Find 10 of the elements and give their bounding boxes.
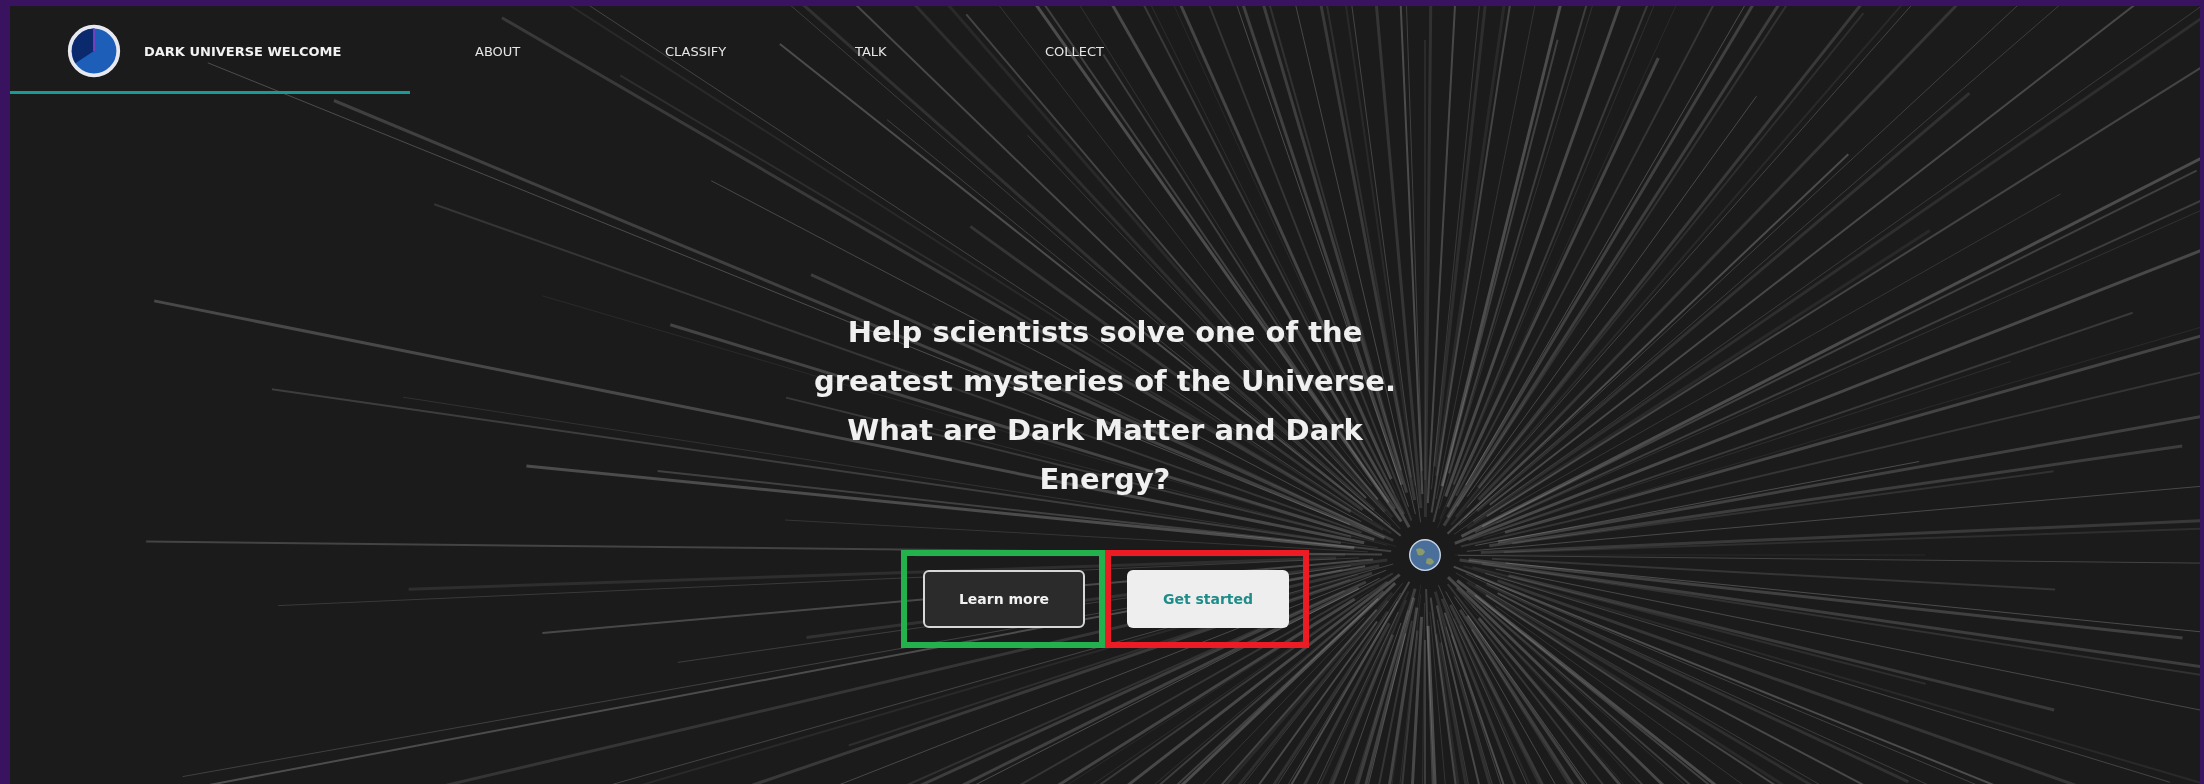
nav-link[interactable]: TALK <box>855 43 1045 59</box>
get-started-button[interactable]: Get started <box>1127 570 1289 628</box>
logo-icon[interactable] <box>66 23 122 79</box>
nav-link[interactable]: ABOUT <box>475 43 665 59</box>
project-title-link[interactable]: DARK UNIVERSE WELCOME <box>144 43 342 59</box>
nav-link[interactable]: COLLECT <box>1045 43 1235 59</box>
learn-more-button[interactable]: Learn more <box>923 570 1085 628</box>
planet-icon <box>1407 537 1443 573</box>
nav-link[interactable]: CLASSIFY <box>665 43 855 59</box>
hero-headline: Help scientists solve one of the greatest mysteries of the Universe. What are Dark Matter and Dark Energy? <box>812 314 1398 498</box>
